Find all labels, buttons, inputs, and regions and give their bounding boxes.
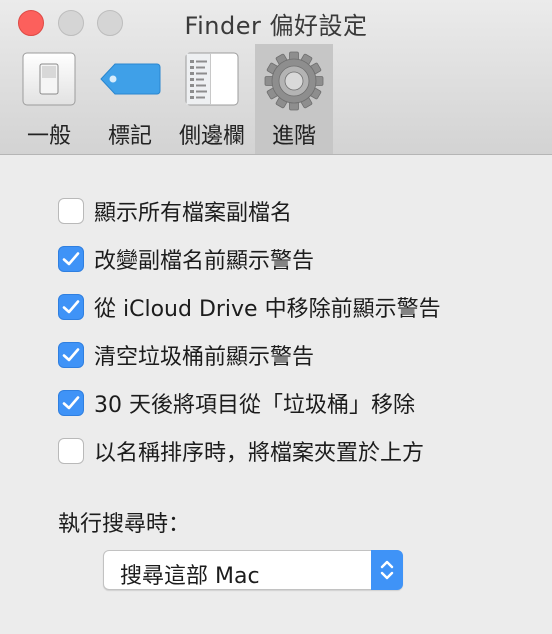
search-scope-value: 搜尋這部 Mac (120, 564, 260, 589)
checkbox[interactable] (58, 294, 84, 320)
toolbar: Finder 偏好設定 一般 標記 側邊欄 進階 (0, 0, 552, 155)
tab-tags-label: 標記 (107, 124, 152, 149)
checkbox[interactable] (58, 198, 84, 224)
tab-sidebar[interactable]: 側邊欄 (172, 44, 252, 154)
option-remove-trash-after-30-days[interactable]: 30 天後將項目從「垃圾桶」移除 (58, 388, 415, 418)
option-show-extensions[interactable]: 顯示所有檔案副檔名 (58, 196, 292, 226)
window-title: Finder 偏好設定 (184, 12, 368, 40)
checkbox[interactable] (58, 342, 84, 368)
tab-advanced[interactable]: 進階 (255, 44, 333, 154)
option-label: 顯示所有檔案副檔名 (94, 201, 293, 226)
sidebar-list-icon (183, 50, 241, 112)
option-warn-icloud-remove[interactable]: 從 iCloud Drive 中移除前顯示警告 (58, 292, 441, 322)
checkmark-icon (62, 252, 80, 266)
search-scope-label: 執行搜尋時： (58, 512, 191, 537)
option-label: 從 iCloud Drive 中移除前顯示警告 (94, 297, 441, 322)
finder-preferences-window: Finder 偏好設定 一般 標記 側邊欄 進階 顯示所有檔案副檔名 改變副檔名… (0, 0, 552, 634)
popup-arrows-icon (371, 550, 403, 590)
option-label: 改變副檔名前顯示警告 (94, 249, 315, 274)
checkbox[interactable] (58, 246, 84, 272)
option-label: 清空垃圾桶前顯示警告 (94, 345, 315, 370)
checkbox[interactable] (58, 390, 84, 416)
tab-advanced-label: 進階 (271, 124, 316, 149)
gear-icon (263, 50, 325, 116)
tab-general[interactable]: 一般 (18, 44, 80, 154)
option-folders-on-top[interactable]: 以名稱排序時，將檔案夾置於上方 (58, 436, 424, 466)
tag-icon (97, 50, 163, 112)
search-scope-select[interactable]: 搜尋這部 Mac (103, 550, 403, 590)
option-label: 30 天後將項目從「垃圾桶」移除 (94, 393, 415, 418)
light-switch-icon (20, 50, 78, 112)
tab-sidebar-label: 側邊欄 (178, 124, 245, 149)
tab-tags[interactable]: 標記 (94, 44, 166, 154)
checkbox[interactable] (58, 438, 84, 464)
tab-general-label: 一般 (26, 124, 71, 149)
checkmark-icon (62, 300, 80, 314)
checkmark-icon (62, 348, 80, 362)
option-warn-empty-trash[interactable]: 清空垃圾桶前顯示警告 (58, 340, 314, 370)
option-label: 以名稱排序時，將檔案夾置於上方 (94, 441, 425, 466)
checkmark-icon (62, 396, 80, 410)
option-warn-change-extension[interactable]: 改變副檔名前顯示警告 (58, 244, 314, 274)
